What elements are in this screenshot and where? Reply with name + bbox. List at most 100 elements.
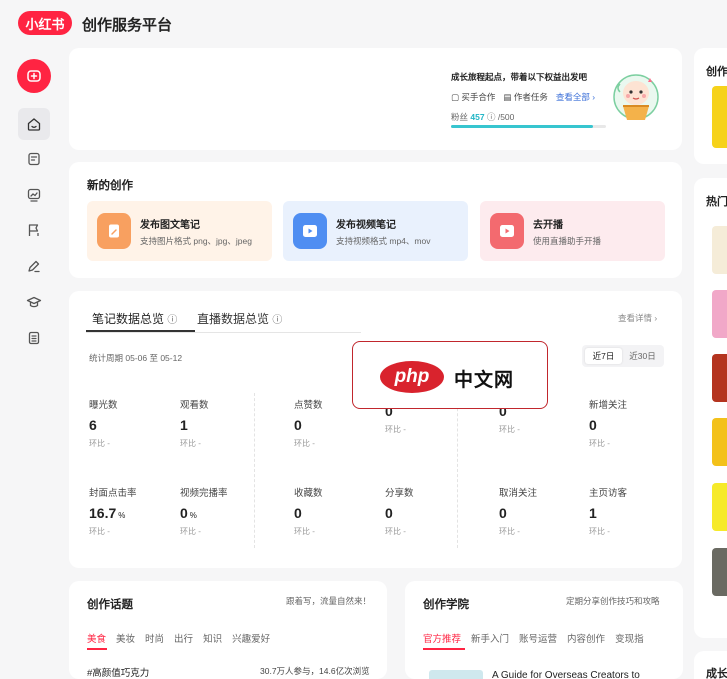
metric-value: 0 bbox=[499, 505, 579, 521]
article-title[interactable]: A Guide for Overseas Creators to bbox=[492, 670, 640, 679]
sidebar-item-inspiration[interactable] bbox=[18, 250, 50, 282]
academy-title: 创作学院 bbox=[423, 599, 469, 611]
metric-label: 主页访客 bbox=[589, 488, 628, 499]
topic-tab[interactable]: 美妆 bbox=[116, 631, 135, 645]
benefit-buyer[interactable]: ▢ 买手合作 bbox=[451, 91, 495, 103]
metric-compare: 环比 - bbox=[499, 424, 579, 435]
metric-item: 曝光数 6 环比 - bbox=[89, 397, 169, 449]
metric-item: 主页访客 1 环比 - bbox=[589, 485, 669, 537]
note-icon bbox=[28, 152, 40, 166]
sidebar-item-docs[interactable] bbox=[18, 322, 50, 354]
academy-tab[interactable]: 变现指 bbox=[615, 631, 644, 645]
metric-number: 0 bbox=[180, 505, 188, 521]
hot-thumbnail[interactable] bbox=[712, 354, 727, 402]
compare-label: 环比 bbox=[589, 527, 605, 536]
hot-thumbnail[interactable] bbox=[712, 483, 727, 531]
hot-thumbnail[interactable] bbox=[712, 290, 727, 338]
academy-tab[interactable]: 官方推荐 bbox=[423, 631, 461, 645]
topic-tab[interactable]: 时尚 bbox=[145, 631, 164, 645]
publish-image-note-tile[interactable]: 发布图文笔记 支持图片格式 png、jpg、jpeg bbox=[87, 201, 272, 261]
compare-label: 环比 bbox=[294, 527, 310, 536]
info-icon: ⓘ bbox=[167, 315, 178, 326]
right-card-title: 成长 bbox=[706, 668, 727, 679]
metric-label: 取消关注 bbox=[499, 488, 538, 499]
sidebar-item-home[interactable] bbox=[18, 108, 50, 140]
fans-progress-bar bbox=[451, 125, 606, 128]
promo-thumbnail[interactable] bbox=[712, 86, 727, 148]
benefit-links: ▢ 买手合作 ▤ 作者任务 查看全部 › bbox=[451, 91, 595, 103]
live-icon bbox=[490, 213, 524, 249]
new-creation-title: 新的创作 bbox=[87, 180, 133, 192]
benefit-task-label: 作者任务 bbox=[513, 92, 548, 102]
metric-value: 0 bbox=[589, 417, 669, 433]
go-live-tile[interactable]: 去开播 使用直播助手开播 bbox=[480, 201, 665, 261]
article-thumbnail[interactable] bbox=[429, 670, 483, 679]
range-30-days[interactable]: 近30日 bbox=[624, 348, 661, 364]
sidebar-item-data[interactable] bbox=[18, 179, 50, 211]
academy-tabs: 官方推荐 新手入门 账号运营 内容创作 变现指 bbox=[423, 631, 654, 645]
topic-tab[interactable]: 出行 bbox=[174, 631, 193, 645]
metric-item: 分享数 0 环比 - bbox=[385, 485, 465, 537]
publish-video-note-tile[interactable]: 发布视频笔记 支持视频格式 mp4、mov bbox=[283, 201, 468, 261]
view-all-link[interactable]: 查看全部 › bbox=[556, 91, 595, 103]
active-tab-indicator bbox=[86, 330, 195, 332]
academy-tab[interactable]: 新手入门 bbox=[471, 631, 509, 645]
topic-name[interactable]: #高颜值巧克力 bbox=[87, 665, 149, 679]
hot-thumbnail[interactable] bbox=[712, 548, 727, 596]
compare-label: 环比 bbox=[180, 439, 196, 448]
metric-compare: 环比 - bbox=[294, 438, 374, 449]
metric-compare: 环比 - bbox=[89, 438, 169, 449]
academy-tab[interactable]: 账号运营 bbox=[519, 631, 557, 645]
metric-label: 新增关注 bbox=[589, 400, 628, 411]
metric-value: 1 bbox=[589, 505, 669, 521]
sidebar-item-notes[interactable] bbox=[18, 143, 50, 175]
plus-icon bbox=[27, 70, 41, 82]
fans-label: 粉丝 bbox=[451, 112, 469, 122]
tab-live-overview[interactable]: 直播数据总览 ⓘ bbox=[197, 310, 282, 327]
metric-label: 曝光数 bbox=[89, 400, 118, 411]
compare-value: - bbox=[198, 439, 201, 448]
range-selector: 近7日 近30日 bbox=[582, 345, 664, 367]
metric-number: 0 bbox=[294, 505, 302, 521]
benefit-task[interactable]: ▤ 作者任务 bbox=[503, 91, 547, 103]
view-detail-link[interactable]: 查看详情 › bbox=[618, 312, 657, 324]
metric-number: 1 bbox=[180, 417, 188, 433]
tab-live-label: 直播数据总览 bbox=[197, 312, 270, 326]
topic-tab[interactable]: 兴趣爱好 bbox=[232, 631, 270, 645]
sidebar-item-academy[interactable] bbox=[18, 286, 50, 318]
topic-tab[interactable]: 知识 bbox=[203, 631, 222, 645]
fans-progress-text: 粉丝 457 ⓘ /500 bbox=[451, 111, 514, 123]
metric-compare: 环比 - bbox=[180, 526, 260, 537]
metric-compare: 环比 - bbox=[294, 526, 374, 537]
topic-tab[interactable]: 美食 bbox=[87, 631, 106, 645]
compare-label: 环比 bbox=[89, 439, 105, 448]
compare-value: - bbox=[107, 527, 110, 536]
tab-notes-label: 笔记数据总览 bbox=[92, 312, 165, 326]
right-card-title: 热门 bbox=[706, 196, 727, 208]
metric-value: 6 bbox=[89, 417, 169, 433]
new-creation-card: 新的创作 发布图文笔记 支持图片格式 png、jpg、jpeg 发布视频笔记 支… bbox=[69, 162, 682, 278]
compare-label: 环比 bbox=[385, 527, 401, 536]
data-overview-card: 笔记数据总览 ⓘ 直播数据总览 ⓘ 查看详情 › 统计周期 05-06 至 05… bbox=[69, 291, 682, 568]
brand-logo[interactable]: 小红书 bbox=[18, 11, 72, 35]
view-detail-label: 查看详情 bbox=[618, 313, 653, 323]
compare-label: 环比 bbox=[499, 527, 515, 536]
metric-value: 0 bbox=[294, 417, 374, 433]
tile-name: 发布视频笔记 bbox=[336, 220, 396, 231]
metric-number: 6 bbox=[89, 417, 97, 433]
compare-value: - bbox=[312, 527, 315, 536]
metric-value: 1 bbox=[180, 417, 260, 433]
tab-notes-overview[interactable]: 笔记数据总览 ⓘ bbox=[92, 310, 177, 327]
compare-label: 环比 bbox=[385, 425, 401, 434]
tile-name: 去开播 bbox=[533, 220, 563, 231]
hot-thumbnail[interactable] bbox=[712, 418, 727, 466]
compare-label: 环比 bbox=[180, 527, 196, 536]
academy-tab[interactable]: 内容创作 bbox=[567, 631, 605, 645]
hot-thumbnail[interactable] bbox=[712, 226, 727, 274]
compare-label: 环比 bbox=[89, 527, 105, 536]
range-7-days[interactable]: 近7日 bbox=[585, 348, 622, 364]
publish-button[interactable] bbox=[17, 59, 51, 93]
sidebar-item-fans[interactable] bbox=[18, 214, 50, 246]
compare-value: - bbox=[403, 425, 406, 434]
tile-desc: 支持图片格式 png、jpg、jpeg bbox=[140, 236, 252, 246]
